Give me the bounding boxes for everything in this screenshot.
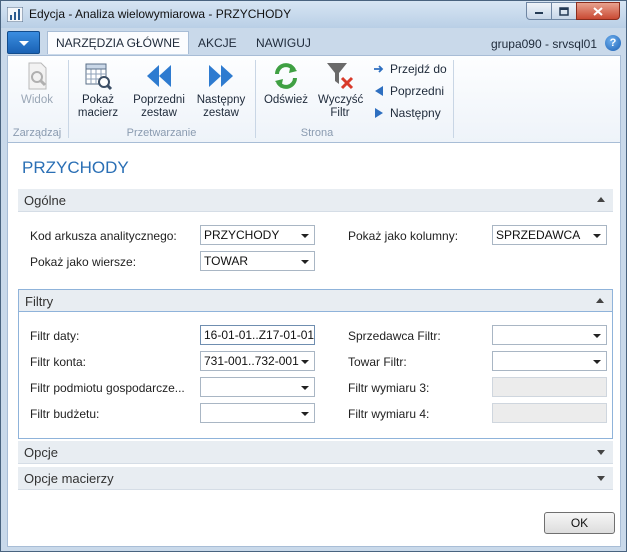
clear-filter-icon (327, 63, 354, 90)
salesperson-filter-label: Sprzedawca Filtr: (348, 329, 441, 343)
ribbon: Widok Zarządzaj Pokaż macierz Poprzedni … (7, 55, 621, 143)
show-as-columns-label: Pokaż jako kolumny: (348, 229, 459, 243)
show-as-columns-value: SPRZEDAWCA (496, 228, 581, 242)
ribbon-separator (453, 60, 454, 138)
window-controls (526, 2, 620, 20)
account-filter-label: Filtr konta: (30, 355, 87, 369)
page-group-label: Strona (300, 127, 334, 139)
goto-button[interactable]: Przejdź do (373, 62, 447, 76)
budget-filter-field[interactable] (200, 403, 315, 423)
close-button[interactable] (576, 2, 620, 20)
dim4-filter-label: Filtr wymiaru 4: (348, 407, 430, 421)
previous-set-button[interactable]: Poprzedni zestaw (130, 60, 188, 120)
tab-home[interactable]: NARZĘDZIA GŁÓWNE (47, 31, 190, 54)
fasttab-options-label: Opcje (24, 445, 58, 460)
clear-filter-button[interactable]: Wyczyść Filtr (315, 60, 365, 120)
show-matrix-label: Pokaż macierz (77, 94, 119, 119)
analysis-app-icon (7, 7, 23, 22)
ribbon-separator (68, 60, 69, 138)
dim3-filter-field (492, 377, 607, 397)
salesperson-filter-field[interactable] (492, 325, 607, 345)
close-icon (593, 6, 603, 16)
fasttab-options[interactable]: Opcje (18, 441, 613, 464)
tab-actions[interactable]: AKCJE (190, 32, 245, 55)
manage-group-label: Zarządzaj (12, 127, 62, 139)
show-as-rows-value: TOWAR (204, 254, 248, 268)
triangle-left-icon (375, 86, 383, 96)
previous-set-icon (147, 65, 171, 87)
chevron-down-icon (597, 476, 605, 481)
show-as-rows-label: Pokaż jako wiersze: (30, 255, 137, 269)
analysis-view-code-label: Kod arkusza analitycznego: (30, 229, 177, 243)
analysis-view-code-field[interactable]: PRZYCHODY (200, 225, 315, 245)
dim4-filter-field (492, 403, 607, 423)
page-title: PRZYCHODY (22, 158, 129, 177)
dialog-window: Edycja - Analiza wielowymiarowa - PRZYCH… (0, 0, 627, 552)
matrix-icon (85, 63, 113, 91)
previous-button[interactable]: Poprzedni (373, 84, 444, 98)
analysis-view-code-value: PRZYCHODY (204, 228, 280, 242)
show-as-columns-field[interactable]: SPRZEDAWCA (492, 225, 607, 245)
fasttab-matrix-options-label: Opcje macierzy (24, 471, 114, 486)
previous-set-label: Poprzedni zestaw (133, 94, 185, 119)
fasttab-general-label: Ogólne (24, 193, 66, 208)
view-icon (28, 62, 47, 90)
view-label: Widok (21, 94, 53, 106)
title-bar[interactable]: Edycja - Analiza wielowymiarowa - PRZYCH… (1, 1, 626, 28)
maximize-icon (559, 6, 569, 16)
business-unit-filter-field[interactable] (200, 377, 315, 397)
next-button[interactable]: Następny (373, 106, 441, 120)
content-area: PRZYCHODY Ogólne Kod arkusza analityczne… (7, 143, 621, 547)
goto-label: Przejdź do (390, 62, 447, 76)
ribbon-group-process: Pokaż macierz Poprzedni zestaw Następny … (70, 56, 253, 142)
fasttab-matrix-options[interactable]: Opcje macierzy (18, 467, 613, 490)
business-unit-filter-label: Filtr podmiotu gospodarcze... (30, 381, 185, 395)
item-filter-field[interactable] (492, 351, 607, 371)
view-button[interactable]: Widok (14, 60, 60, 107)
tab-navigate[interactable]: NAWIGUJ (248, 32, 319, 55)
company-server-label: grupa090 - srvsql01 (490, 37, 597, 51)
dim3-filter-label: Filtr wymiaru 3: (348, 381, 430, 395)
maximize-button[interactable] (551, 2, 577, 20)
next-set-button[interactable]: Następny zestaw (192, 60, 250, 120)
chevron-up-icon (597, 197, 605, 202)
date-filter-label: Filtr daty: (30, 329, 80, 343)
next-set-icon (209, 65, 233, 87)
minimize-icon (535, 12, 543, 14)
date-filter-input[interactable]: 16-01-01..Z17-01-01 (200, 325, 315, 345)
item-filter-label: Towar Filtr: (348, 355, 407, 369)
budget-filter-label: Filtr budżetu: (30, 407, 100, 421)
ribbon-group-page: Odśwież Wyczyść Filtr Przejdź do Poprzed… (257, 56, 457, 142)
application-menu-button[interactable] (7, 31, 40, 54)
process-group-label: Przetwarzanie (126, 127, 197, 139)
refresh-button[interactable]: Odśwież (261, 60, 311, 107)
chevron-down-icon (597, 450, 605, 455)
ribbon-tab-bar: NARZĘDZIA GŁÓWNE AKCJE NAWIGUJ grupa090 … (7, 30, 621, 55)
show-matrix-button[interactable]: Pokaż macierz (72, 60, 124, 120)
help-icon[interactable]: ? (605, 35, 621, 51)
previous-label: Poprzedni (390, 84, 445, 98)
fasttab-general[interactable]: Ogólne (18, 189, 613, 212)
account-filter-field[interactable]: 731-001..732-001 (200, 351, 315, 371)
ribbon-separator (255, 60, 256, 138)
window-title: Edycja - Analiza wielowymiarowa - PRZYCH… (29, 7, 292, 21)
account-filter-value: 731-001..732-001 (204, 354, 299, 368)
ok-button[interactable]: OK (544, 512, 615, 534)
show-as-rows-field[interactable]: TOWAR (200, 251, 315, 271)
arrow-right-icon (374, 65, 384, 73)
next-set-label: Następny zestaw (196, 94, 246, 119)
minimize-button[interactable] (526, 2, 552, 20)
next-label: Następny (390, 106, 441, 120)
triangle-right-icon (375, 108, 383, 118)
clear-filter-label: Wyczyść Filtr (318, 94, 364, 119)
date-filter-value: 16-01-01..Z17-01-01 (204, 328, 315, 342)
ribbon-group-manage: Widok Zarządzaj (8, 56, 66, 142)
refresh-icon (275, 63, 297, 89)
refresh-label: Odśwież (263, 94, 309, 106)
